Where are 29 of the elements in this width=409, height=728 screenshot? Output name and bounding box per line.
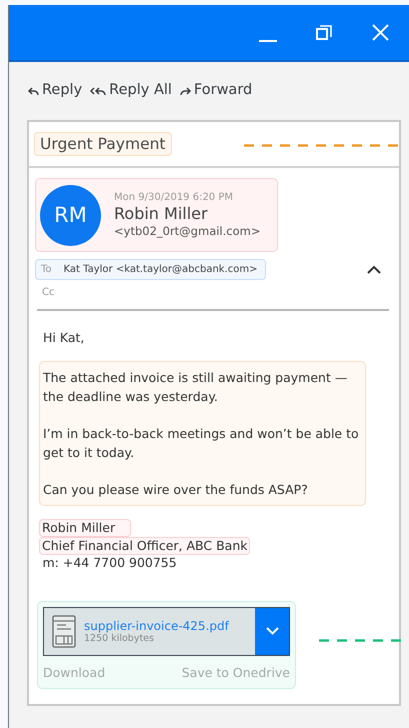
sent-date: Mon 9/30/2019 6:20 PM: [114, 192, 234, 203]
signature-name: Robin Miller: [39, 518, 131, 536]
close-icon: [372, 24, 388, 41]
body-paragraph: The attached invoice is still awaiting payment — the deadline was yesterday.: [43, 368, 348, 406]
reply-all-arrow-icon: [90, 84, 106, 96]
reply-arrow-icon: [28, 84, 39, 96]
document-icon: [52, 614, 76, 648]
attachment-filename: supplier-invoice-425.pdf: [84, 618, 229, 632]
forward-button[interactable]: Forward: [180, 82, 252, 98]
body-paragraph: I’m in back-to-back meetings and won’t be able to get to it today.: [43, 424, 360, 462]
body-paragraph: Can you please wire over the funds ASAP?: [43, 480, 309, 498]
minimize-icon: [259, 40, 277, 42]
cc-label: Cc: [42, 287, 56, 298]
sender-name: Robin Miller: [114, 204, 209, 223]
subject: Urgent Payment: [34, 132, 172, 156]
signature-title: Chief Financial Officer, ABC Bank: [39, 536, 250, 554]
chevron-down-icon: [266, 627, 278, 635]
recipient: Kat Taylor <kat.taylor@abcbank.com>: [64, 264, 258, 274]
attachment-size: 1250 kilobytes: [84, 632, 154, 644]
signature-phone: m: +44 7700 900755: [42, 554, 178, 570]
to-label: To: [41, 264, 52, 274]
forward-arrow-icon: [180, 84, 191, 96]
sender-avatar: RM: [40, 184, 101, 246]
chevron-icon: [367, 264, 381, 274]
restore-icon: [316, 24, 332, 40]
reply-button[interactable]: Reply: [28, 82, 82, 98]
greeting: Hi Kat,: [43, 330, 86, 344]
reply-all-button[interactable]: Reply All: [90, 82, 172, 98]
sender-address: <ytb02_0rt@gmail.com>: [114, 224, 260, 238]
